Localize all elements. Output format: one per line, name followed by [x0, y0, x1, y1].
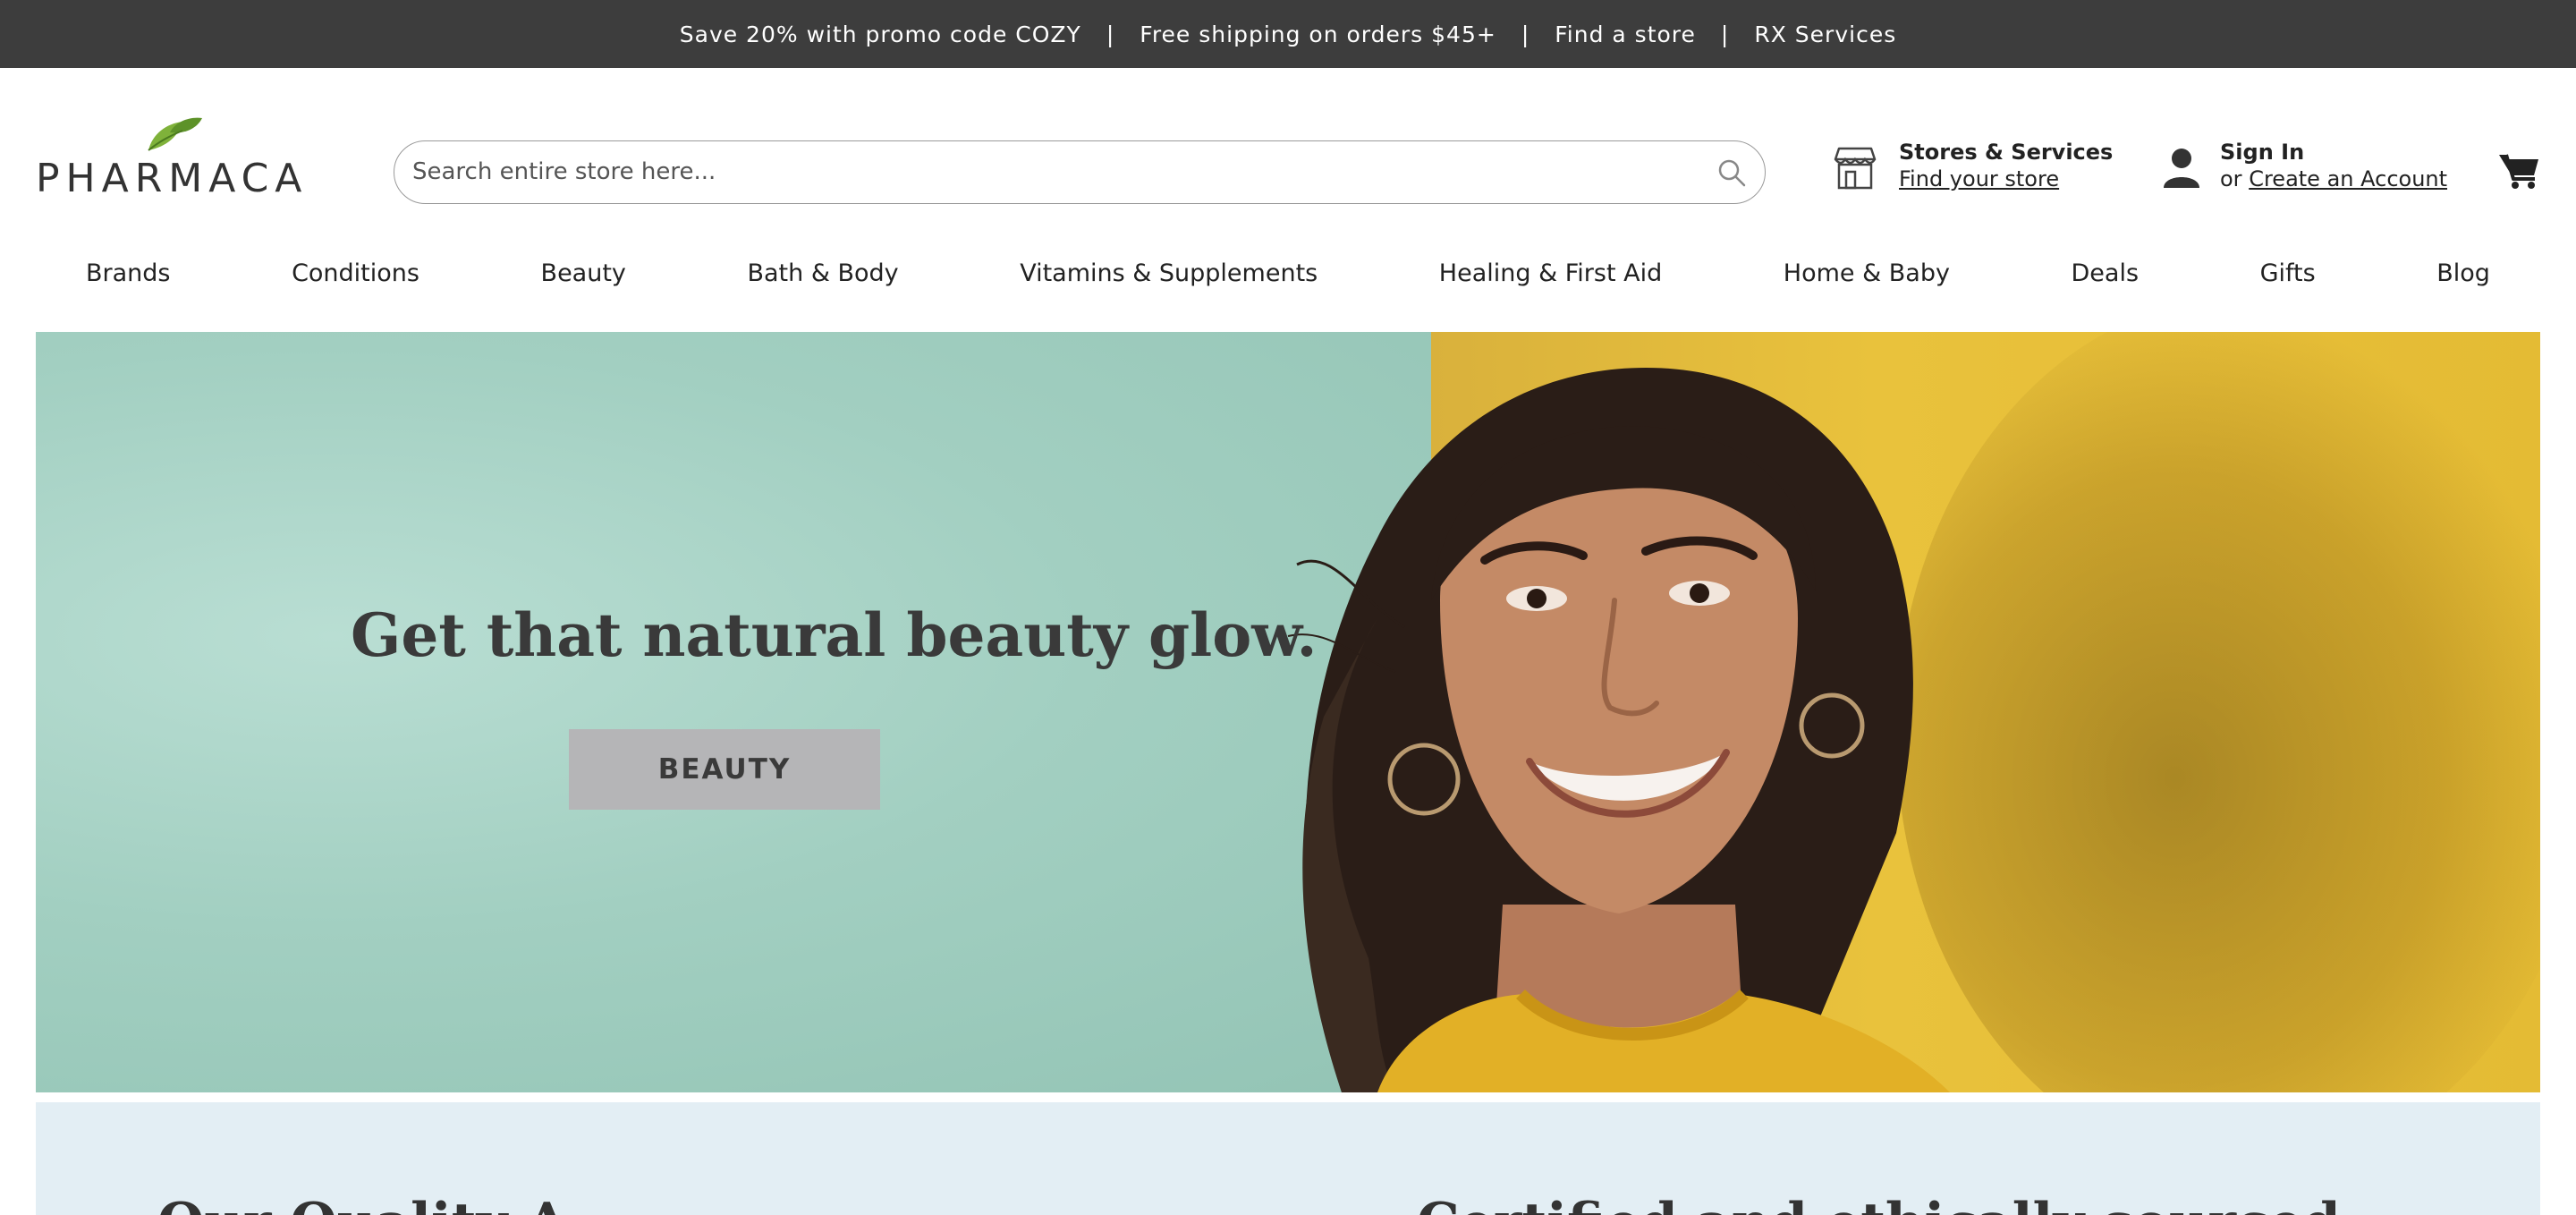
nav-item-deals[interactable]: Deals [2072, 259, 2140, 287]
certified-heading: Certified and ethically sourced [1417, 1192, 2341, 1215]
main-nav: Brands Conditions Beauty Bath & Body Vit… [36, 246, 2540, 300]
nav-item-healing-first-aid[interactable]: Healing & First Aid [1439, 259, 1662, 287]
logo-wordmark: PHARMACA [36, 156, 309, 201]
nav-item-blog[interactable]: Blog [2436, 259, 2490, 287]
stores-title: Stores & Services [1899, 140, 2114, 165]
promo-separator: | [1521, 21, 1530, 47]
nav-item-conditions[interactable]: Conditions [292, 259, 419, 287]
promo-bar: Save 20% with promo code COZY | Free shi… [0, 0, 2576, 68]
nav-item-home-baby[interactable]: Home & Baby [1784, 259, 1950, 287]
nav-item-bath-body[interactable]: Bath & Body [747, 259, 898, 287]
nav-item-brands[interactable]: Brands [86, 259, 171, 287]
sign-in-link[interactable]: Sign In [2220, 140, 2304, 165]
pharmaca-logo[interactable]: PHARMACA [36, 115, 326, 201]
nav-item-beauty[interactable]: Beauty [541, 259, 626, 287]
hero-woman-image [1287, 368, 1950, 1092]
create-account-line: or Create an Account [2220, 166, 2447, 191]
nav-item-gifts[interactable]: Gifts [2260, 259, 2316, 287]
promo-separator: | [1106, 21, 1115, 47]
quality-section: Our Quality A Certified and ethically so… [36, 1102, 2540, 1215]
user-icon[interactable] [2163, 147, 2200, 188]
cart-icon[interactable] [2499, 152, 2540, 190]
stores-services[interactable]: Stores & Services Find your store [1834, 140, 2113, 202]
promo-separator: | [1720, 21, 1730, 47]
or-text: or [2220, 166, 2242, 191]
free-shipping-link[interactable]: Free shipping on orders $45+ [1140, 21, 1496, 47]
quality-heading: Our Quality A [157, 1192, 568, 1215]
promo-code-link[interactable]: Save 20% with promo code COZY [680, 21, 1081, 47]
find-store-link[interactable]: Find a store [1555, 21, 1696, 47]
account: Sign In or Create an Account [2163, 140, 2467, 202]
hero-banner: Get that natural beauty glow. BEAUTY [36, 332, 2540, 1092]
search-icon[interactable] [1716, 157, 1747, 188]
hero-headline: Get that natural beauty glow. [351, 600, 1318, 670]
search-input[interactable] [412, 141, 1682, 202]
storefront-icon [1834, 147, 1877, 190]
leaf-icon [148, 117, 202, 151]
nav-item-vitamins-supplements[interactable]: Vitamins & Supplements [1020, 259, 1318, 287]
beauty-button[interactable]: BEAUTY [569, 729, 880, 810]
find-your-store-link[interactable]: Find your store [1899, 166, 2059, 191]
rx-services-link[interactable]: RX Services [1754, 21, 1896, 47]
create-account-link[interactable]: Create an Account [2249, 166, 2447, 191]
search-bar [394, 140, 1766, 204]
